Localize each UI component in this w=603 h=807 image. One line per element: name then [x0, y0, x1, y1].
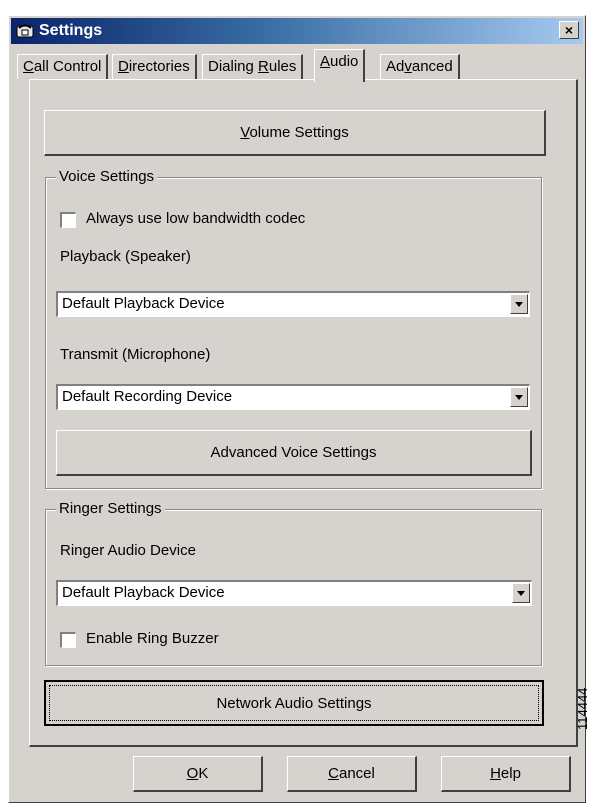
ring-buzzer-label: Enable Ring Buzzer [86, 630, 219, 647]
ringer-settings-label: Ringer Settings [56, 500, 165, 517]
volume-settings-button[interactable]: Volume Settings [44, 110, 546, 156]
advanced-voice-settings-button[interactable]: Advanced Voice Settings [56, 430, 532, 476]
playback-label: Playback (Speaker) [60, 248, 191, 265]
help-button[interactable]: Help [441, 756, 571, 792]
ok-button[interactable]: OK [133, 756, 263, 792]
title-bar[interactable]: Settings × [11, 18, 583, 44]
transmit-label: Transmit (Microphone) [60, 346, 211, 363]
network-audio-settings-button[interactable]: Network Audio Settings [44, 680, 544, 726]
tab-dialing-rules[interactable]: Dialing Rules [202, 54, 304, 79]
tab-audio[interactable]: Audio [314, 49, 366, 82]
chevron-down-icon[interactable] [510, 387, 528, 407]
voice-settings-group: Voice Settings Always use low bandwidth … [45, 168, 542, 489]
playback-device-select[interactable]: Default Playback Device [56, 291, 530, 317]
close-button[interactable]: × [559, 21, 579, 39]
figure-id: 114444 [575, 687, 590, 730]
chevron-down-icon[interactable] [512, 583, 530, 603]
ringer-settings-group: Ringer Settings Ringer Audio Device Defa… [45, 500, 542, 666]
low-bandwidth-label: Always use low bandwidth codec [86, 210, 306, 227]
phone-icon [16, 24, 34, 38]
transmit-device-select[interactable]: Default Recording Device [56, 384, 530, 410]
ringer-device-select[interactable]: Default Playback Device [56, 580, 532, 606]
settings-dialog: Settings × Call Control Directories Dial… [8, 15, 586, 803]
audio-tab-panel: Volume Settings Voice Settings Always us… [29, 79, 578, 747]
window-title: Settings [39, 22, 103, 39]
voice-settings-label: Voice Settings [56, 168, 158, 185]
tab-directories[interactable]: Directories [112, 54, 197, 79]
close-icon: × [564, 22, 574, 38]
focus-indicator [49, 685, 539, 721]
ring-buzzer-checkbox[interactable] [60, 632, 76, 648]
tab-advanced[interactable]: Advanced [380, 54, 460, 79]
cancel-button[interactable]: Cancel [287, 756, 417, 792]
tab-call-control[interactable]: Call Control [17, 54, 109, 79]
chevron-down-icon[interactable] [510, 294, 528, 314]
ringer-device-label: Ringer Audio Device [60, 542, 196, 559]
low-bandwidth-checkbox[interactable] [60, 212, 76, 228]
